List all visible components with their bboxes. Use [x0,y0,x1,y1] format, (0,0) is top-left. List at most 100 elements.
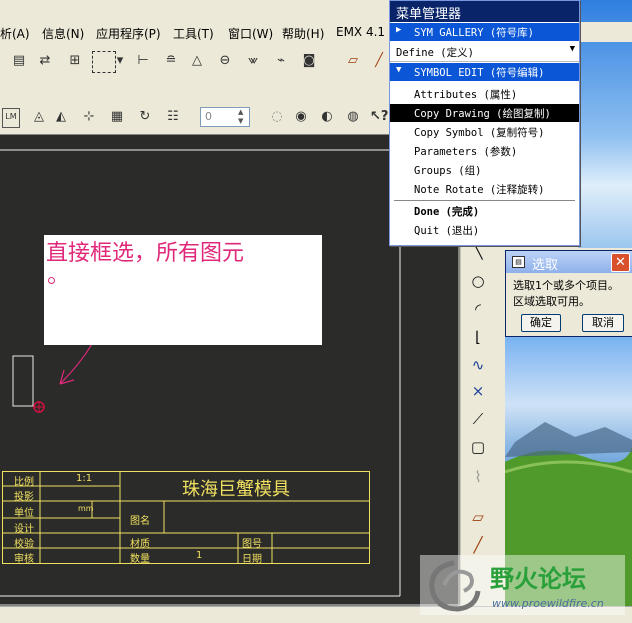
triangle-right-icon: ▶ [396,25,402,35]
spin-input-value: 0 [205,110,212,123]
box-select-icon[interactable] [92,51,116,73]
chamfer-tool-icon[interactable]: ⟋ [467,408,489,430]
menu-item-label: Parameters (参数) [414,146,518,158]
toolbar-spacer [0,80,390,100]
visibility-off-icon[interactable]: ◌ [268,108,286,126]
ok-button[interactable]: 确定 [521,314,561,332]
menu-symbol-edit-label: SYMBOL EDIT (符号编辑) [414,67,545,79]
watermark-logo [429,560,481,612]
menu-item-attributes[interactable]: Attributes (属性) [390,85,579,103]
toolbar-second: LM ◬ ◭ ⊹ ▦ ↻ ☷ 0 ▲ ▼ ◌ ◉ ◐ ◍ ↖? [0,100,390,135]
watermark-text: 野火论坛 [490,565,586,593]
menu-help[interactable]: 帮助(H) [282,25,324,42]
table-icon[interactable]: ▦ [108,108,126,126]
table-update-icon[interactable]: ↻ [136,108,154,126]
annotation-marker-icon [48,277,55,284]
menu-manager-titlebar: 菜单管理器 [390,1,579,22]
watermark-url: www.proewildfire.cn [492,597,604,610]
menu-item-quit[interactable]: Quit (退出) [390,221,579,239]
company-name: 珠海巨蟹模具 [182,479,290,500]
trim-tool-icon[interactable]: ⌇ [467,466,489,488]
find-icon[interactable]: ⊞ [66,52,84,70]
cancel-button[interactable]: 取消 [582,314,624,332]
unit-value: mm [78,504,94,513]
spin-arrows-icon[interactable]: ▲ ▼ [238,108,248,126]
drawing-name-label: 图名 [130,516,150,527]
surface-finish-icon[interactable]: ⊖ [216,52,234,70]
material-label: 材质 [130,539,150,550]
menu-item-label: Quit (退出) [414,225,480,237]
date-label: 日期 [242,554,262,565]
paste-icon[interactable]: ▤ [10,52,28,70]
menu-window[interactable]: 窗口(W) [228,25,273,42]
menu-item-label: Groups (组) [414,165,482,177]
help-pointer-icon[interactable]: ↖? [370,108,388,126]
close-icon[interactable]: ✕ [611,253,630,272]
title-block: 比例 1:1 投影 单位 mm 设计 校验 审核 珠海巨蟹模具 图名 材质 数量… [2,471,370,565]
window-icon: ▤ [512,256,525,268]
scale-label: 比例 [14,477,34,488]
line-icon[interactable]: ╱ [370,52,388,70]
display-icon[interactable]: ◬ [30,108,48,126]
menu-item-label: Attributes (属性) [414,89,518,101]
menu-symbol-edit[interactable]: ▼ SYMBOL EDIT (符号编辑) [390,63,579,81]
menu-separator [394,200,575,201]
dimension-icon[interactable]: ⊢ [134,52,152,70]
select-dialog-title: 选取 [532,258,559,273]
menu-item-parameters[interactable]: Parameters (参数) [390,142,579,160]
triangle-down-icon: ▼ [396,65,402,75]
parallelogram-icon[interactable]: ▱ [467,506,489,528]
watermark: 野火论坛 www.proewildfire.cn [420,555,625,615]
offset-tool-icon[interactable]: ▢ [467,436,489,458]
fillet-tool-icon[interactable]: ⌊ [467,326,489,348]
drawing-no-label: 图号 [242,539,262,550]
review-label: 审核 [14,554,34,565]
spin-input[interactable]: 0 ▲ ▼ [200,107,250,127]
chevron-down-icon[interactable]: ▾ [116,52,124,70]
spline-tool-icon[interactable]: ∿ [467,354,489,376]
menu-emx[interactable]: EMX 4.1 [336,25,385,39]
regenerate-icon[interactable]: ⇄ [36,52,54,70]
select-dialog-line1: 选取1个或多个项目。 [513,279,619,292]
menu-tools[interactable]: 工具(T) [173,25,214,42]
scale-value: 1:1 [76,473,93,484]
menu-analysis[interactable]: 析(A) [0,25,30,42]
menu-item-done[interactable]: Done (完成) [390,202,579,220]
eye-icon[interactable]: ◉ [292,108,310,126]
balloon-icon[interactable]: ⌁ [272,52,290,70]
select-dialog: ▤ 选取 ✕ 选取1个或多个项目。 区域选取可用。 确定 取消 [505,250,632,337]
sketch-icon[interactable]: ▱ [344,52,362,70]
menu-item-copy-drawing[interactable]: Copy Drawing (绘图复制) [390,104,579,122]
slash-tool-icon[interactable]: ╱ [467,534,489,556]
menu-applications[interactable]: 应用程序(P) [96,25,161,42]
note-icon[interactable]: ⩖ [244,52,262,70]
check-label: 校验 [14,539,34,550]
menu-sym-gallery[interactable]: ▶ SYM GALLERY (符号库) [390,23,579,41]
menu-item-groups[interactable]: Groups (组) [390,161,579,179]
menu-info[interactable]: 信息(N) [42,25,84,42]
repeat-region-icon[interactable]: ☷ [164,108,182,126]
design-label: 设计 [14,524,34,535]
eye-filter-icon[interactable]: ◐ [318,108,336,126]
menu-item-label: Copy Symbol (复制符号) [414,127,545,139]
circle-tool-icon[interactable]: ○ [467,270,489,292]
select-dialog-titlebar: ▤ 选取 ✕ [506,251,632,273]
projection-label: 投影 [14,492,34,503]
point-tool-icon[interactable]: × [467,380,489,402]
hide-icon[interactable]: ◭ [52,108,70,126]
menu-item-note-rotate[interactable]: Note Rotate (注释旋转) [390,180,579,198]
menu-define-label: Define (定义) [396,47,474,59]
ordinate-dim-icon[interactable]: ≘ [162,52,180,70]
view-icon[interactable]: ◍ [344,108,362,126]
move-icon[interactable]: ⊹ [80,108,98,126]
layer-icon[interactable]: LM [2,108,20,128]
toolbar-top: ▤ ⇄ ⊞ ▾ ⊢ ≘ △ ⊖ ⩖ ⌁ ◙ ▱ ╱ [0,42,390,81]
menu-item-copy-symbol[interactable]: Copy Symbol (复制符号) [390,123,579,141]
quantity-label: 数量 [130,554,150,565]
angle-dim-icon[interactable]: △ [188,52,206,70]
arc-tool-icon[interactable]: ◜ [467,298,489,320]
menu-manager-title: 菜单管理器 [396,7,462,22]
symbol-icon[interactable]: ◙ [300,52,318,70]
menu-define-dropdown[interactable]: Define (定义) ▼ [390,43,579,62]
quantity-value: 1 [196,550,203,561]
